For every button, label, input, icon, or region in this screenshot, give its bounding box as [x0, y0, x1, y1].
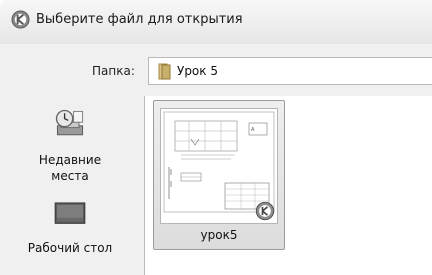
file-name: урок5 [200, 228, 238, 242]
window-title: Выберите файл для открытия [36, 12, 243, 27]
folder-icon [158, 63, 171, 80]
place-recent-label: Недавние места [38, 153, 102, 183]
folder-label: Папка: [92, 64, 135, 78]
folder-select[interactable]: Урок 5 [148, 57, 432, 85]
place-desktop[interactable]: Рабочий стол [0, 200, 140, 262]
desktop-icon [54, 202, 86, 224]
place-recent[interactable]: Недавние места [0, 106, 140, 190]
place-desktop-label: Рабочий стол [27, 241, 113, 255]
folder-value: Урок 5 [177, 64, 218, 78]
svg-text:A: A [251, 127, 255, 133]
file-item[interactable]: A урок5 [153, 100, 285, 250]
autocad-badge-icon [255, 201, 275, 221]
places-bar: Недавние места Рабочий стол [0, 96, 140, 275]
file-list[interactable]: A урок5 [144, 96, 432, 275]
folder-toolbar: Папка: Урок 5 [0, 44, 432, 96]
file-open-dialog: Выберите файл для открытия Папка: Урок 5… [0, 0, 432, 275]
autocad-logo-icon [11, 10, 30, 29]
dwg-thumbnail: A [160, 108, 278, 224]
title-bar[interactable]: Выберите файл для открытия [0, 0, 432, 44]
recent-places-icon [55, 109, 84, 136]
